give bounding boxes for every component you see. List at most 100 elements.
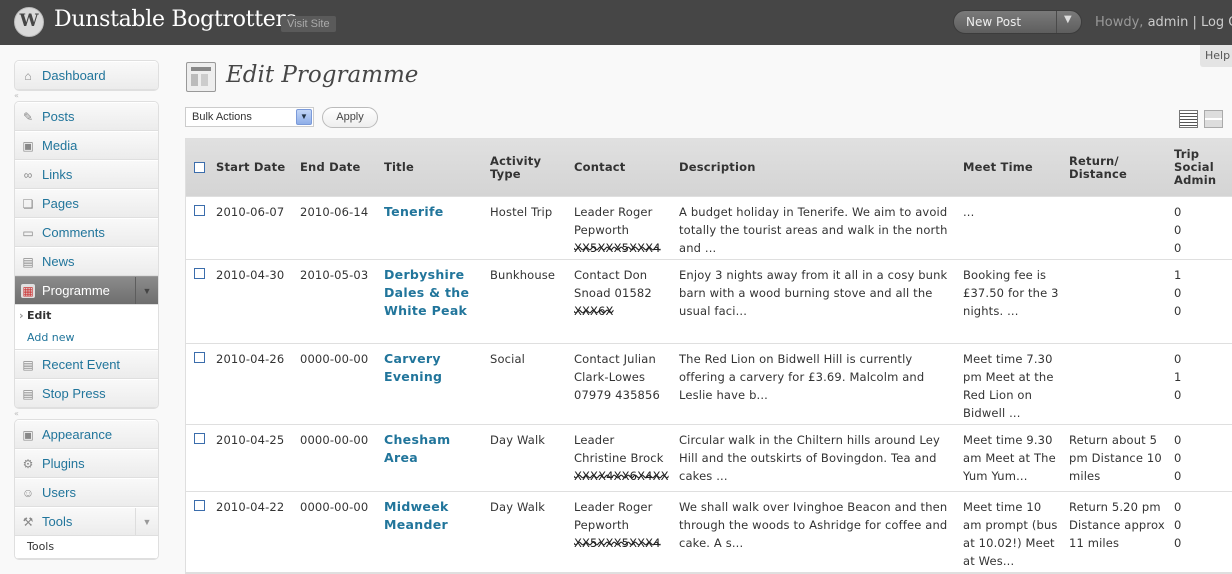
admin-flag: 0 [1174,469,1182,483]
sidebar-item-label: Comments [42,225,105,240]
row-checkbox[interactable] [194,433,205,444]
meet-time: Meet time 7.30 pm Meet at the Red Lion o… [963,352,1054,420]
select-all-checkbox[interactable] [194,162,205,173]
column-header[interactable]: Description [679,139,756,196]
sidebar-item-links[interactable]: ∞ Links [15,160,158,189]
row-title-link[interactable]: Chesham Area [384,431,479,467]
dashboard-icon: ⌂ [24,69,32,83]
list-view-icon[interactable] [1179,110,1198,128]
sidebar-item-posts[interactable]: ✎ Posts [15,102,158,131]
user-link[interactable]: admin [1148,15,1189,30]
chevron-down-icon[interactable]: ▼ [1064,14,1072,25]
new-post-button[interactable]: New Post ▼ [953,10,1082,34]
row-title-link[interactable]: Midweek Meander [384,498,479,534]
activity-type: Hostel Trip [490,205,553,219]
sidebar-item-tools[interactable]: ⚒ Tools ▼ [15,507,158,536]
excerpt-view-icon[interactable] [1204,110,1223,128]
help-tab[interactable]: Help [1200,45,1232,67]
row-title-link[interactable]: Tenerife [384,203,479,221]
social-flag: 1 [1174,370,1182,384]
sidebar-item-users[interactable]: ☺ Users [15,478,158,507]
bulk-actions-value: Bulk Actions [192,111,252,123]
meet-time: Meet time 9.30 am Meet at The Yum Yum... [963,433,1056,483]
row-checkbox[interactable] [194,352,205,363]
site-title[interactable]: Dunstable Bogtrotters [54,7,297,32]
sidebar-item-stop-press[interactable]: ▤ Stop Press [15,379,158,408]
column-header[interactable]: Activity Type [490,139,560,196]
column-header[interactable]: Trip Social Admin [1174,139,1219,196]
sidebar-item-media[interactable]: ▣ Media [15,131,158,160]
chevron-down-icon[interactable]: ▼ [135,508,158,535]
page-icon [186,62,216,92]
row-checkbox[interactable] [194,268,205,279]
sidebar-item-pages[interactable]: ❏ Pages [15,189,158,218]
appearance-icon: ▣ [22,428,34,442]
chevron-down-icon[interactable]: ▼ [296,109,312,125]
sidebar-item-programme[interactable]: ▦ Programme ▼ [15,276,158,305]
flags: 0 0 0 [1174,203,1194,257]
sidebar-item-label: Appearance [42,427,113,442]
sidebar-item-plugins[interactable]: ⚙ Plugins [15,449,158,478]
admin-flag: 0 [1174,304,1182,318]
chevron-down-icon[interactable]: ▼ [135,277,158,304]
column-header[interactable]: Contact [574,139,626,196]
collapse-arrow-icon[interactable]: « [14,91,19,100]
new-post-label[interactable]: New Post [966,15,1021,29]
menu-separator[interactable]: « [14,91,159,101]
logout-link[interactable]: | Log O [1188,15,1232,30]
submenu-item-add-new[interactable]: Add new [15,327,158,349]
menu-group-settings: ▣ Appearance ⚙ Plugins ☺ Users ⚒ Tools ▼ Tool… [14,419,159,560]
sidebar-item-recent-event[interactable]: ▤ Recent Event [15,350,158,379]
bulk-actions-select[interactable]: Bulk Actions ▼ [185,107,314,127]
howdy-text: Howdy, [1095,15,1148,30]
row-checkbox[interactable] [194,500,205,511]
contact-text: Leader Roger Pepworth [574,500,653,532]
visit-site-button[interactable]: Visit Site [281,16,336,32]
column-header[interactable]: Start Date [216,139,285,196]
divider [1056,11,1057,33]
end-date: 2010-05-03 [300,268,369,282]
row-title-link[interactable]: Carvery Evening [384,350,479,386]
table-row: 2010-06-07 2010-06-14 Tenerife Hostel Tr… [186,197,1232,260]
trip-flag: 1 [1174,268,1182,282]
programme-icon: ▦ [21,284,35,298]
return-distance: Return 5.20 pm Distance approx 11 miles [1069,500,1165,550]
submenu-item-tools[interactable]: Tools [15,536,158,558]
link-icon: ∞ [23,168,33,182]
sidebar-item-label: Stop Press [42,386,106,401]
trip-flag: 0 [1174,205,1182,219]
description: The Red Lion on Bidwell Hill is currentl… [679,352,925,402]
apply-button[interactable]: Apply [322,107,378,128]
column-header[interactable]: Return/ Distance [1069,139,1139,196]
start-date: 2010-04-25 [216,433,285,447]
contact: Leader Roger Pepworth XX5XXX5XXX4 [574,498,670,552]
sidebar-item-label: Media [42,138,78,153]
admin-flag: 0 [1174,388,1182,402]
activity-type: Day Walk [490,500,546,514]
row-checkbox[interactable] [194,205,205,216]
column-header[interactable]: End Date [300,139,360,196]
contact-redacted: XXXX4XX6X4XX [574,469,669,483]
submenu-item-edit[interactable]: Edit [15,305,158,327]
column-header[interactable]: Meet Time [963,139,1033,196]
collapse-arrow-icon[interactable]: « [14,409,19,418]
programme-table: Start Date End Date Title Activity Type … [185,138,1232,574]
wordpress-logo-icon: W [14,7,44,37]
start-date: 2010-04-26 [216,352,285,366]
start-date: 2010-04-22 [216,500,285,514]
admin-sidebar: ⌂ Dashboard « ✎ Posts ▣ Media ∞ Links ❏ Pages… [14,60,159,560]
sidebar-item-comments[interactable]: ▭ Comments [15,218,158,247]
column-header[interactable]: Title [384,139,414,196]
tools-submenu: Tools [15,536,158,559]
sidebar-item-label: Posts [42,109,75,124]
sidebar-item-dashboard[interactable]: ⌂ Dashboard [15,61,158,90]
sidebar-item-appearance[interactable]: ▣ Appearance [15,420,158,449]
menu-group-content: ✎ Posts ▣ Media ∞ Links ❏ Pages ▭ Comments ▤ N… [14,101,159,409]
menu-separator[interactable]: « [14,409,159,419]
row-title-link[interactable]: Derbyshire Dales & the White Peak [384,266,479,320]
social-flag: 0 [1174,451,1182,465]
sidebar-item-news[interactable]: ▤ News [15,247,158,276]
contact-text: Contact Don Snoad 01582 [574,268,652,300]
contact-text: Contact Julian Clark-Lowes 07979 435856 [574,352,660,402]
trip-flag: 0 [1174,433,1182,447]
